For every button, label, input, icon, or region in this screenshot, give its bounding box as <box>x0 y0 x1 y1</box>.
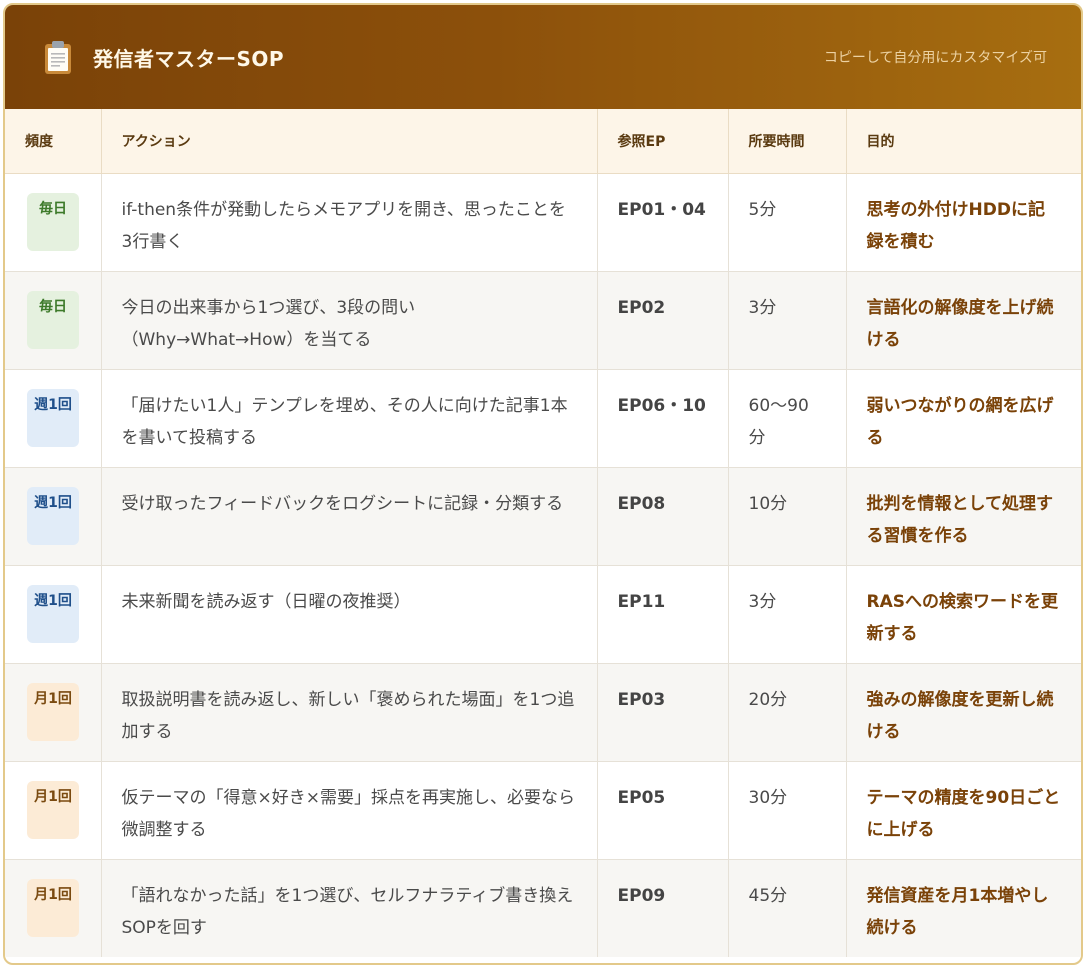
table-row: 月1回 仮テーマの「得意×好き×需要」採点を再実施し、必要なら微調整する EP05 3… <box>5 761 1081 860</box>
action-cell: 取扱説明書を読み返し、新しい「褒められた場面」を1つ追加する <box>101 663 598 762</box>
frequency-badge: 月1回 <box>27 682 79 741</box>
time-cell: 45分 <box>728 859 847 957</box>
sop-table: 頻度 アクション 参照EP 所要時間 目的 毎日 if-then条件が発動したらメモアプリ… <box>5 109 1081 957</box>
action-cell: if-then条件が発動したらメモアプリを開き、思ったことを3行書く <box>101 173 598 272</box>
action-cell: 「語れなかった話」を1つ選び、セルフナラティブ書き換えSOPを回す <box>101 859 598 957</box>
frequency-badge: 週1回 <box>27 584 79 643</box>
table-body: 毎日 if-then条件が発動したらメモアプリを開き、思ったことを3行書く EP01… <box>5 173 1081 957</box>
header-note: コピーして自分用にカスタマイズ可 <box>823 50 1047 66</box>
header-row: 頻度 アクション 参照EP 所要時間 目的 <box>5 109 1081 174</box>
card-header: 発信者マスターSOP コピーして自分用にカスタマイズ可 <box>5 5 1081 109</box>
sop-card: 発信者マスターSOP コピーして自分用にカスタマイズ可 頻度 アクション 参照EP 所… <box>3 3 1083 965</box>
column-header-purpose: 目的 <box>846 109 1081 174</box>
ep-cell: EP09 <box>597 859 729 957</box>
time-cell: 10分 <box>728 467 847 566</box>
frequency-badge: 毎日 <box>27 192 79 251</box>
time-cell: 20分 <box>728 663 847 762</box>
frequency-cell: 月1回 <box>5 663 102 762</box>
frequency-badge: 毎日 <box>27 290 79 349</box>
frequency-cell: 週1回 <box>5 467 102 566</box>
purpose-cell: 強みの解像度を更新し続ける <box>846 663 1081 762</box>
action-cell: 今日の出来事から1つ選び、3段の問い（Why→What→How）を当てる <box>101 271 598 370</box>
frequency-cell: 月1回 <box>5 761 102 860</box>
frequency-badge: 週1回 <box>27 388 79 447</box>
table-row: 毎日 今日の出来事から1つ選び、3段の問い（Why→What→How）を当てる EP… <box>5 271 1081 370</box>
time-cell: 3分 <box>728 565 847 664</box>
purpose-cell: テーマの精度を90日ごとに上げる <box>846 761 1081 860</box>
time-cell: 30分 <box>728 761 847 860</box>
purpose-cell: RASへの検索ワードを更新する <box>846 565 1081 664</box>
purpose-cell: 批判を情報として処理する習慣を作る <box>846 467 1081 566</box>
frequency-cell: 毎日 <box>5 271 102 370</box>
ep-cell: EP06・10 <box>597 369 729 468</box>
purpose-cell: 弱いつながりの網を広げる <box>846 369 1081 468</box>
purpose-cell: 思考の外付けHDDに記録を積む <box>846 173 1081 272</box>
frequency-cell: 毎日 <box>5 173 102 272</box>
page-title: 発信者マスターSOP <box>93 46 285 71</box>
purpose-cell: 発信資産を月1本増やし続ける <box>846 859 1081 957</box>
column-header-ep: 参照EP <box>597 109 729 174</box>
frequency-badge: 週1回 <box>27 486 79 545</box>
frequency-cell: 週1回 <box>5 565 102 664</box>
time-cell: 3分 <box>728 271 847 370</box>
table-row: 週1回 「届けたい1人」テンプレを埋め、その人に向けた記事1本を書いて投稿する EP… <box>5 369 1081 468</box>
clipboard-icon <box>45 41 71 74</box>
table-row: 週1回 未来新聞を読み返す（日曜の夜推奨） EP11 3分 RASへの検索ワードを更新す… <box>5 565 1081 664</box>
table-header: 頻度 アクション 参照EP 所要時間 目的 <box>5 109 1081 174</box>
column-header-action: アクション <box>101 109 598 174</box>
table-row: 月1回 取扱説明書を読み返し、新しい「褒められた場面」を1つ追加する EP03 20分… <box>5 663 1081 762</box>
time-cell: 60〜90分 <box>728 369 847 468</box>
frequency-cell: 週1回 <box>5 369 102 468</box>
title-group: 発信者マスターSOP <box>43 39 284 75</box>
frequency-badge: 月1回 <box>27 878 79 937</box>
action-cell: 仮テーマの「得意×好き×需要」採点を再実施し、必要なら微調整する <box>101 761 598 860</box>
frequency-badge: 月1回 <box>27 780 79 839</box>
table-row: 週1回 受け取ったフィードバックをログシートに記録・分類する EP08 10分 批判を情… <box>5 467 1081 566</box>
ep-cell: EP11 <box>597 565 729 664</box>
column-header-time: 所要時間 <box>728 109 847 174</box>
ep-cell: EP02 <box>597 271 729 370</box>
ep-cell: EP05 <box>597 761 729 860</box>
column-header-frequency: 頻度 <box>5 109 102 174</box>
frequency-cell: 月1回 <box>5 859 102 957</box>
purpose-cell: 言語化の解像度を上げ続ける <box>846 271 1081 370</box>
table-row: 毎日 if-then条件が発動したらメモアプリを開き、思ったことを3行書く EP01… <box>5 173 1081 272</box>
ep-cell: EP08 <box>597 467 729 566</box>
time-cell: 5分 <box>728 173 847 272</box>
ep-cell: EP01・04 <box>597 173 729 272</box>
action-cell: 「届けたい1人」テンプレを埋め、その人に向けた記事1本を書いて投稿する <box>101 369 598 468</box>
ep-cell: EP03 <box>597 663 729 762</box>
action-cell: 未来新聞を読み返す（日曜の夜推奨） <box>101 565 598 664</box>
table-row: 月1回 「語れなかった話」を1つ選び、セルフナラティブ書き換えSOPを回す EP09… <box>5 859 1081 957</box>
action-cell: 受け取ったフィードバックをログシートに記録・分類する <box>101 467 598 566</box>
